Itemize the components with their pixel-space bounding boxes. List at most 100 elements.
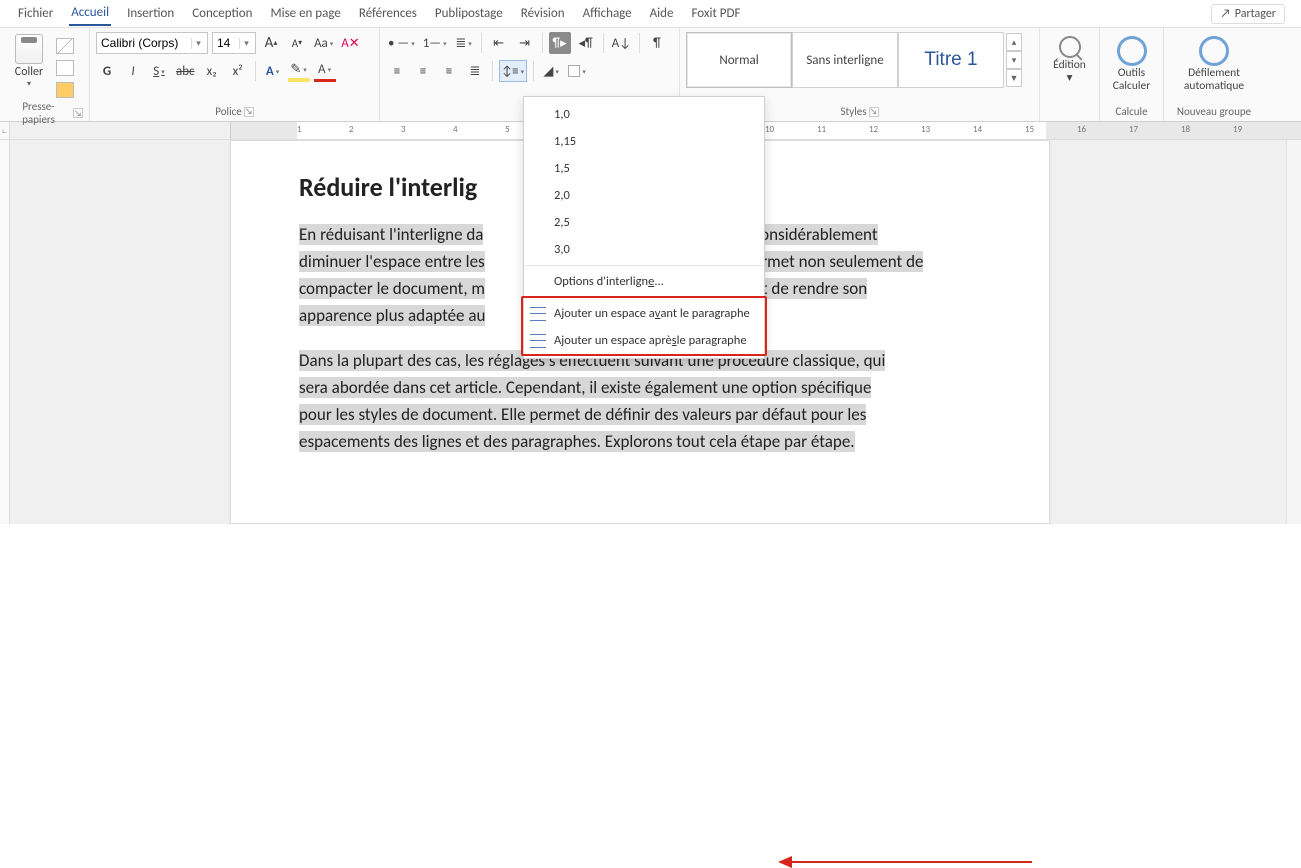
italic-button[interactable]: I [122,60,144,82]
line-spacing-menu: 1,0 1,15 1,5 2,0 2,5 3,0 Options d'inter… [523,96,765,359]
shading-button[interactable]: ◢ [540,60,562,82]
tab-accueil[interactable]: Accueil [69,1,111,26]
ruler-mark: 4 [453,124,458,135]
ruler-mark: 17 [1129,124,1138,135]
multilevel-icon: ≣ [455,36,466,51]
font-launcher[interactable]: ↘ [244,107,254,117]
spacing-2-0[interactable]: 2,0 [524,182,764,209]
share-label: Partager [1235,7,1276,21]
line-spacing-button[interactable]: ↕≡ [499,60,527,82]
spacing-3-0[interactable]: 3,0 [524,236,764,263]
ruler-mark: 12 [869,124,878,135]
align-center-button[interactable]: ≡ [412,60,434,82]
font-color-button[interactable]: A [314,60,336,82]
numbering-button[interactable]: 1— [421,32,449,54]
share-button[interactable]: ↗ Partager [1211,4,1285,24]
tab-fichier[interactable]: Fichier [16,2,55,25]
group-nouveau-label: Nouveau groupe [1177,105,1251,118]
clear-formatting-button[interactable]: A✕ [339,32,361,54]
styles-scroll-up[interactable]: ▴ [1006,33,1022,51]
format-painter-button[interactable] [56,82,74,98]
share-icon: ↗ [1220,7,1231,21]
spacing-1-5[interactable]: 1,5 [524,155,764,182]
styles-launcher[interactable]: ↘ [869,107,879,117]
font-size-input[interactable] [213,36,239,50]
highlight-button[interactable]: ✎ [288,60,310,82]
ruler-mark: 14 [973,124,982,135]
bullets-button[interactable]: • — [386,32,417,54]
spacing-2-5[interactable]: 2,5 [524,209,764,236]
body-line: apparence plus adaptée au [299,305,485,326]
tab-revision[interactable]: Révision [519,2,567,25]
tab-conception[interactable]: Conception [190,2,254,25]
tab-insertion[interactable]: Insertion [125,2,176,25]
paste-button[interactable]: Coller ▾ [6,32,52,89]
add-space-after-paragraph[interactable]: Ajouter un espace après le paragraphe [524,327,764,354]
styles-scroll-down[interactable]: ▾ [1006,51,1022,69]
paste-dropdown-arrow[interactable]: ▾ [27,79,31,89]
ruler-mark: 1 [297,124,302,135]
grow-font-button[interactable]: A▴ [260,32,282,54]
ruler-mark: 10 [765,124,774,135]
spacing-1-15[interactable]: 1,15 [524,128,764,155]
bold-button[interactable]: G [96,60,118,82]
ruler-mark: 18 [1181,124,1190,135]
tab-affichage[interactable]: Affichage [581,2,634,25]
change-case-button[interactable]: Aa [312,32,335,54]
tab-aide[interactable]: Aide [648,2,676,25]
font-name-input[interactable] [97,36,191,50]
ribbon-tabs: Fichier Accueil Insertion Conception Mis… [0,0,1301,28]
copy-button[interactable] [56,60,74,76]
vertical-scrollbar[interactable] [1286,140,1301,524]
align-right-icon: ≡ [446,64,452,79]
decrease-indent-button[interactable]: ⇤ [488,32,510,54]
horizontal-ruler[interactable]: 12345678910111213141516171819 [230,122,1301,139]
spacing-1-0[interactable]: 1,0 [524,101,764,128]
ruler-mark: 2 [349,124,354,135]
add-space-before-paragraph[interactable]: Ajouter un espace avant le paragraphe [524,300,764,327]
cut-button[interactable] [56,38,74,54]
font-name-dropdown-arrow[interactable]: ▾ [191,38,205,49]
tab-publipostage[interactable]: Publipostage [433,2,505,25]
font-size-combo[interactable]: ▾ [212,32,256,54]
increase-indent-button[interactable]: ⇥ [514,32,536,54]
group-nouveau: Défilement automatique Nouveau groupe [1164,28,1264,121]
vertical-ruler[interactable] [0,140,10,524]
numbering-icon: 1— [423,36,441,51]
style-titre-1[interactable]: Titre 1 [898,32,1004,88]
separator [542,33,543,53]
strikethrough-button[interactable]: abc [174,60,197,82]
subscript-button[interactable]: x₂ [201,60,223,82]
pilcrow-rtl-icon: ◂¶ [579,36,593,51]
tab-foxit-pdf[interactable]: Foxit PDF [689,2,742,25]
rtl-direction-button[interactable]: ◂¶ [575,32,597,54]
justify-button[interactable]: ≣ [464,60,486,82]
align-left-button[interactable]: ≡ [386,60,408,82]
styles-expand[interactable]: ▼ [1006,69,1022,87]
line-spacing-options[interactable]: Options d'interligne... [524,268,764,295]
superscript-button[interactable]: x² [227,60,249,82]
show-marks-button[interactable]: ¶ [646,32,668,54]
body-line: pour les styles de document. Elle permet… [299,404,866,425]
font-name-combo[interactable]: ▾ [96,32,208,54]
space-before-icon [530,307,546,321]
sort-button[interactable]: A↓ [610,32,633,54]
style-sans-interligne[interactable]: Sans interligne [792,32,898,88]
align-right-button[interactable]: ≡ [438,60,460,82]
clipboard-launcher[interactable]: ↘ [73,108,83,118]
body-line: sera abordée dans cet article. Cependant… [299,377,871,398]
text-effects-button[interactable]: A [262,60,284,82]
tab-references[interactable]: Références [357,2,419,25]
defilement-auto-button[interactable]: Défilement automatique [1174,32,1254,93]
borders-button[interactable] [566,60,588,82]
style-normal[interactable]: Normal [686,32,792,88]
ltr-direction-button[interactable]: ¶▸ [549,32,571,54]
underline-button[interactable]: S [148,60,170,82]
shrink-font-button[interactable]: A▾ [286,32,308,54]
outils-calculer-button[interactable]: Outils Calculer [1106,32,1157,93]
tab-mise-en-page[interactable]: Mise en page [268,2,342,25]
font-size-dropdown-arrow[interactable]: ▾ [239,38,253,49]
edition-button[interactable]: Édition▾ [1046,32,1093,85]
tab-selector[interactable]: ∟ [0,122,10,139]
multilevel-list-button[interactable]: ≣ [453,32,475,54]
